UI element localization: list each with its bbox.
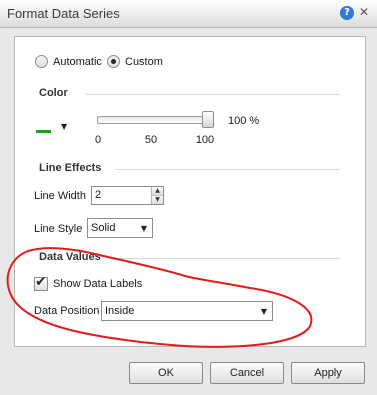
color-section-title: Color bbox=[39, 87, 68, 99]
chevron-down-icon: ▼ bbox=[140, 224, 147, 233]
data-position-select[interactable]: Inside ▼ bbox=[101, 301, 273, 321]
automatic-label: Automatic bbox=[53, 56, 102, 68]
line-width-label: Line Width bbox=[34, 190, 86, 202]
opacity-slider-track[interactable] bbox=[97, 116, 209, 124]
format-data-series-dialog: Format Data Series ? ✕ Automatic Custom … bbox=[0, 0, 377, 395]
section-divider bbox=[85, 94, 340, 95]
section-divider bbox=[115, 169, 340, 170]
color-dropdown-caret-icon[interactable]: ▼ bbox=[61, 122, 67, 131]
data-values-section-title: Data Values bbox=[39, 251, 101, 263]
radio-selected-dot bbox=[111, 59, 116, 64]
automatic-radio[interactable] bbox=[35, 55, 48, 68]
opacity-slider-thumb[interactable] bbox=[202, 111, 214, 128]
settings-panel: Automatic Custom Color ▼ 100 % 0 50 100 … bbox=[14, 36, 366, 347]
section-divider bbox=[115, 258, 340, 259]
dialog-title: Format Data Series bbox=[7, 6, 120, 21]
show-data-labels-checkbox[interactable]: ✔ bbox=[34, 274, 48, 291]
ok-button[interactable]: OK bbox=[129, 362, 203, 384]
custom-label: Custom bbox=[125, 56, 163, 68]
cancel-button[interactable]: Cancel bbox=[210, 362, 284, 384]
line-width-value: 2 bbox=[95, 189, 102, 201]
slider-tick-label: 100 bbox=[195, 134, 215, 146]
close-icon[interactable]: ✕ bbox=[357, 5, 371, 20]
data-position-value: Inside bbox=[105, 305, 135, 317]
color-swatch[interactable] bbox=[36, 130, 51, 133]
line-style-select[interactable]: Solid ▼ bbox=[87, 218, 153, 238]
custom-radio[interactable] bbox=[107, 55, 120, 68]
checkmark-icon: ✔ bbox=[35, 274, 47, 290]
decrement-icon[interactable]: ▼ bbox=[152, 196, 163, 204]
line-width-stepper[interactable]: 2 ▲ ▼ bbox=[91, 186, 164, 205]
increment-icon[interactable]: ▲ bbox=[152, 187, 163, 196]
opacity-value: 100 % bbox=[228, 115, 260, 127]
line-effects-section-title: Line Effects bbox=[39, 162, 102, 174]
help-icon[interactable]: ? bbox=[340, 6, 354, 20]
line-style-label: Line Style bbox=[34, 223, 83, 235]
data-position-label: Data Position bbox=[34, 305, 100, 317]
slider-tick-label: 0 bbox=[94, 134, 102, 146]
show-data-labels-label: Show Data Labels bbox=[53, 278, 143, 290]
title-bar: Format Data Series ? ✕ bbox=[0, 0, 377, 28]
apply-button[interactable]: Apply bbox=[291, 362, 365, 384]
slider-tick-label: 50 bbox=[144, 134, 158, 146]
stepper-buttons[interactable]: ▲ ▼ bbox=[151, 187, 163, 204]
line-style-value: Solid bbox=[91, 222, 116, 234]
chevron-down-icon: ▼ bbox=[260, 307, 267, 316]
